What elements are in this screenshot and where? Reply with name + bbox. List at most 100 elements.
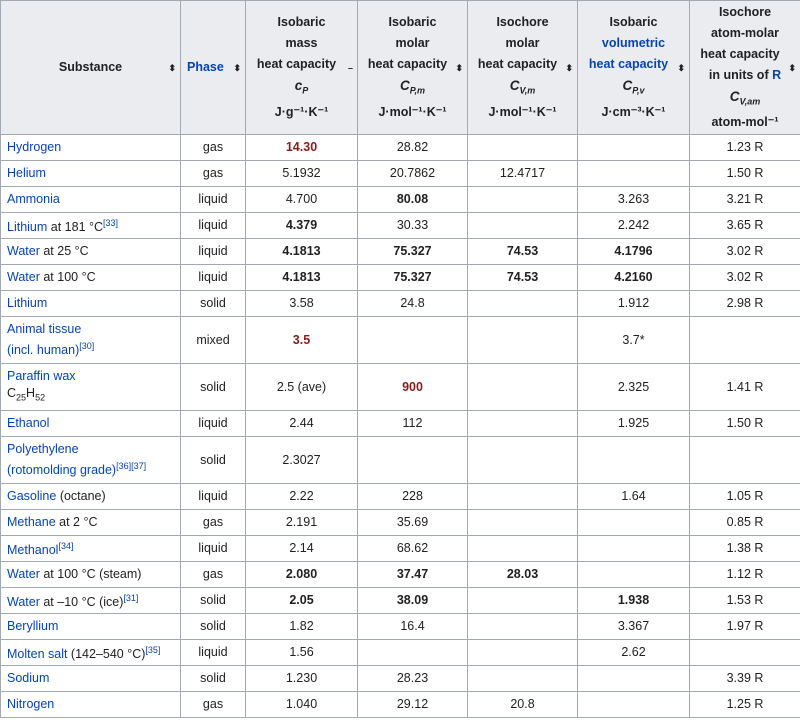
value-cell-cpv	[577, 160, 690, 187]
value-cell-cp: 3.5	[245, 316, 358, 364]
substance-cell: Water at 25 °C	[0, 238, 181, 265]
sort-active-icon[interactable]: –	[348, 62, 353, 74]
value-cell-cpv: 3.7*	[577, 316, 690, 364]
substance-link[interactable]: Water	[7, 567, 40, 581]
substance-link[interactable]: Helium	[7, 166, 46, 180]
value-cell-cpm: 38.09	[357, 587, 468, 614]
substance-suffix: (octane)	[56, 489, 106, 503]
value-cell-cvm	[467, 535, 578, 562]
phase-cell: solid	[180, 613, 246, 640]
substance-link[interactable]: Lithium	[7, 296, 47, 310]
value-cell-cpv: 1.925	[577, 410, 690, 437]
substance-link[interactable]: Methane	[7, 515, 56, 529]
table-row: Helium gas 5.1932 20.7862 12.4717 1.50 R	[0, 160, 800, 187]
substance-link[interactable]: Lithium	[7, 220, 47, 234]
header-isobaric-molar[interactable]: Isobaric molar heat capacity CP,m J·mol⁻…	[357, 0, 468, 135]
value-cell-cp: 1.82	[245, 613, 358, 640]
substance-link[interactable]: Nitrogen	[7, 697, 54, 711]
value-cell-cpm	[357, 436, 468, 484]
value-cell-cp: 4.1813	[245, 238, 358, 265]
header-substance[interactable]: Substance ⬍	[0, 0, 181, 135]
header-isochore-molar[interactable]: Isochore molar heat capacity CV,m J·mol⁻…	[467, 0, 578, 135]
substance-link[interactable]: Animal tissue	[7, 322, 81, 336]
substance-cell: Paraffin wax C25H52	[0, 363, 181, 411]
value-cell-cvm	[467, 587, 578, 614]
reference-link[interactable]: [36][37]	[116, 461, 146, 471]
value-cell-cpv	[577, 134, 690, 161]
value-cell-cp: 1.56	[245, 639, 358, 666]
phase-cell: liquid	[180, 483, 246, 510]
value-cell-cvm	[467, 212, 578, 239]
substance-link[interactable]: Water	[7, 595, 40, 609]
sort-icon[interactable]: ⬍	[677, 62, 685, 74]
value-cell-cp: 5.1932	[245, 160, 358, 187]
sort-icon[interactable]: ⬍	[788, 62, 796, 74]
substance-link[interactable]: Gasoline	[7, 489, 56, 503]
sort-icon[interactable]: ⬍	[168, 62, 176, 74]
table-row: Ethanol liquid 2.44 112 1.925 1.50 R	[0, 410, 800, 437]
reference-link[interactable]: [31]	[123, 593, 138, 603]
sort-icon[interactable]: ⬍	[233, 62, 241, 74]
header-isobaric-mass[interactable]: Isobaric mass heat capacity cP J·g⁻¹·K⁻¹…	[245, 0, 358, 135]
sort-icon[interactable]: ⬍	[455, 62, 463, 74]
value-cell-cp: 2.22	[245, 483, 358, 510]
substance-cell: Animal tissue (incl. human)[30]	[0, 316, 181, 364]
reference-link[interactable]: [30]	[79, 341, 94, 351]
value-cell-cp: 4.379	[245, 212, 358, 239]
substance-link[interactable]: Methanol	[7, 543, 58, 557]
sort-icon[interactable]: ⬍	[565, 62, 573, 74]
value-cell-cvm	[467, 509, 578, 536]
substance-cell: Lithium at 181 °C[33]	[0, 212, 181, 239]
phase-link[interactable]: Phase	[187, 60, 224, 74]
value-cell-cpm: 75.327	[357, 238, 468, 265]
reference-link[interactable]: [35]	[145, 645, 160, 655]
header-phase[interactable]: Phase ⬍	[180, 0, 246, 135]
substance-link[interactable]: Paraffin wax	[7, 369, 76, 383]
phase-cell: liquid	[180, 639, 246, 666]
value-cell-cvm	[467, 613, 578, 640]
phase-cell: mixed	[180, 316, 246, 364]
header-isochore-atom-molar[interactable]: Isochore atom-molar heat capacity in uni…	[689, 0, 800, 135]
substance-link[interactable]: Hydrogen	[7, 140, 61, 154]
chemical-formula: C25H52	[7, 385, 46, 403]
value-cell-cvm	[467, 186, 578, 213]
substance-cell: Water at –10 °C (ice)[31]	[0, 587, 181, 614]
reference-link[interactable]: [34]	[58, 541, 73, 551]
value-cell-cpv: 2.325	[577, 363, 690, 411]
substance-link[interactable]: Water	[7, 270, 40, 284]
value-cell-cvam: 1.50 R	[689, 410, 800, 437]
substance-link[interactable]: Polyethylene	[7, 442, 79, 456]
gas-constant-link[interactable]: R	[772, 68, 781, 82]
phase-cell: liquid	[180, 212, 246, 239]
phase-cell: liquid	[180, 410, 246, 437]
table-row: Hydrogen gas 14.30 28.82 1.23 R	[0, 134, 800, 161]
substance-link[interactable]: Sodium	[7, 671, 49, 685]
substance-link[interactable]: Ethanol	[7, 416, 49, 430]
phase-cell: solid	[180, 436, 246, 484]
value-cell-cp: 14.30	[245, 134, 358, 161]
value-cell-cp: 4.1813	[245, 264, 358, 291]
heat-capacity-link[interactable]: heat capacity	[581, 54, 686, 75]
table-row: Water at 100 °C (steam) gas 2.080 37.47 28.0…	[0, 561, 800, 588]
header-isobaric-volumetric[interactable]: Isobaric volumetric heat capacity CP,v J…	[577, 0, 690, 135]
substance-link[interactable]: Beryllium	[7, 619, 58, 633]
reference-link[interactable]: [33]	[103, 218, 118, 228]
value-cell-cp: 2.3027	[245, 436, 358, 484]
substance-link-line2[interactable]: (incl. human)	[7, 343, 79, 357]
value-cell-cp: 2.05	[245, 587, 358, 614]
value-cell-cvam: 1.12 R	[689, 561, 800, 588]
value-cell-cvm	[467, 134, 578, 161]
substance-link[interactable]: Molten salt	[7, 647, 67, 661]
substance-cell: Methane at 2 °C	[0, 509, 181, 536]
volumetric-link[interactable]: volumetric	[581, 33, 686, 54]
value-cell-cp: 1.040	[245, 691, 358, 718]
table-row: Water at –10 °C (ice)[31] solid 2.05 38.09 1…	[0, 587, 800, 614]
value-cell-cvam: 1.23 R	[689, 134, 800, 161]
substance-cell: Gasoline (octane)	[0, 483, 181, 510]
substance-link-line2[interactable]: (rotomolding grade)	[7, 463, 116, 477]
substance-link[interactable]: Water	[7, 244, 40, 258]
substance-link[interactable]: Ammonia	[7, 192, 60, 206]
value-cell-cp: 2.5 (ave)	[245, 363, 358, 411]
value-cell-cpv	[577, 561, 690, 588]
phase-cell: solid	[180, 587, 246, 614]
